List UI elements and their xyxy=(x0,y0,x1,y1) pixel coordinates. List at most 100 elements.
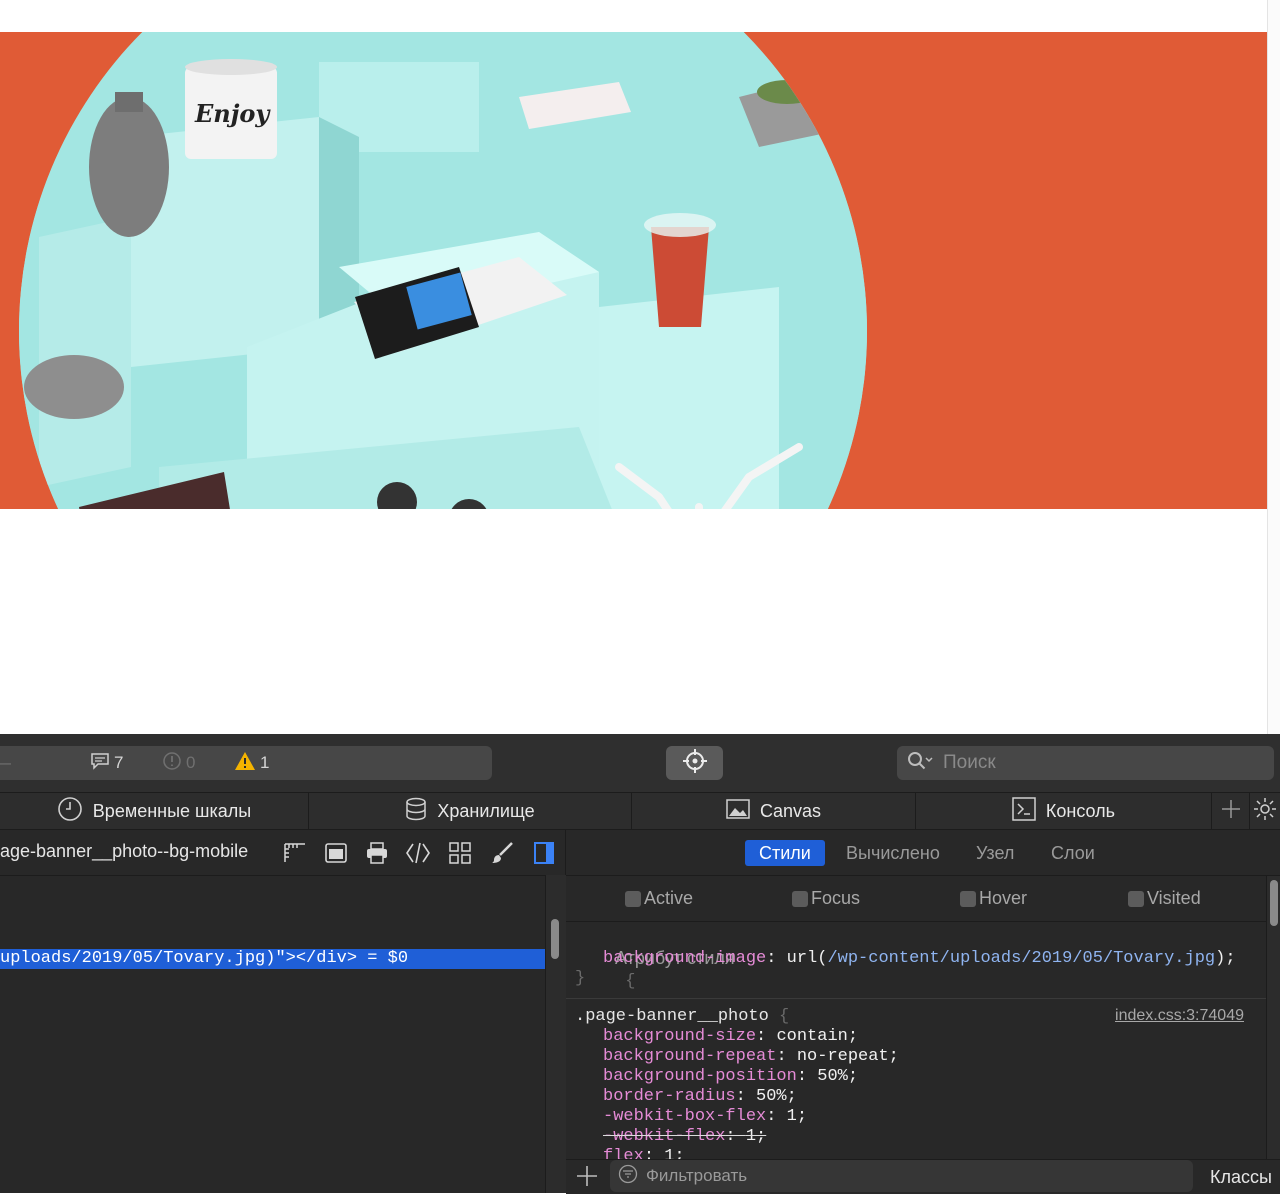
css-property: background-image xyxy=(603,949,767,968)
product-scene-illustration: Enjoy xyxy=(19,32,867,509)
image-icon xyxy=(726,798,750,824)
pseudo-hover-toggle[interactable]: Hover xyxy=(960,888,1027,909)
toolbar-left-fragment: — xyxy=(0,746,11,780)
web-inspector: — 7 0 1 xyxy=(0,734,1280,1194)
checkbox[interactable] xyxy=(960,890,976,907)
plus-icon xyxy=(1221,799,1241,824)
sidebar-toggle-icon[interactable] xyxy=(531,840,557,866)
checkbox[interactable] xyxy=(792,890,808,907)
styles-filter-bar: Классы xyxy=(566,1159,1280,1194)
warnings-counter[interactable]: 1 xyxy=(234,746,269,780)
page-scrollbar[interactable] xyxy=(1267,0,1280,734)
element-picker-button[interactable] xyxy=(666,746,723,780)
database-icon xyxy=(405,797,427,826)
tab-timelines[interactable]: Временные шкалы xyxy=(0,793,309,829)
dom-tree-scroll-thumb[interactable] xyxy=(551,919,559,959)
css-declaration[interactable]: background-size: contain; xyxy=(603,1027,858,1047)
classes-button[interactable]: Классы xyxy=(1210,1167,1272,1188)
styles-scroll-thumb[interactable] xyxy=(1270,880,1278,926)
tab-canvas[interactable]: Canvas xyxy=(632,793,916,829)
tab-console[interactable]: Консоль xyxy=(916,793,1212,829)
css-selector[interactable]: .page-banner__photo xyxy=(575,1007,769,1026)
checkbox[interactable] xyxy=(1128,890,1144,907)
details-tab-bar: Стили Вычислено Узел Слои xyxy=(566,830,1280,876)
banner-photo: Enjoy xyxy=(19,32,867,509)
add-tab-button[interactable] xyxy=(1212,793,1250,829)
warnings-count: 1 xyxy=(260,753,270,772)
tab-storage[interactable]: Хранилище xyxy=(309,793,632,829)
tab-styles[interactable]: Стили xyxy=(745,840,825,866)
css-declaration[interactable]: background-repeat: no-repeat; xyxy=(603,1047,899,1067)
filter-icon xyxy=(618,1164,638,1189)
paintbrush-icon[interactable] xyxy=(489,840,515,866)
search-input[interactable] xyxy=(941,751,1245,775)
plus-icon xyxy=(576,1166,598,1191)
breadcrumb[interactable]: age-banner__photo--bg-mobile xyxy=(0,841,248,862)
css-property: background-size xyxy=(603,1027,757,1046)
css-value: contain; xyxy=(776,1027,859,1046)
css-declaration[interactable]: flex: 1; xyxy=(603,1147,685,1159)
css-value-suffix: ); xyxy=(1215,949,1236,968)
messages-counter[interactable]: 7 xyxy=(90,746,123,780)
grid-layout-icon[interactable] xyxy=(447,840,473,866)
tab-layers[interactable]: Слои xyxy=(1037,840,1109,866)
tab-computed[interactable]: Вычислено xyxy=(832,840,954,866)
layout-grid-icon[interactable] xyxy=(282,840,308,866)
clock-icon xyxy=(57,796,83,827)
inspector-tab-bar: Временные шкалы Хранилище Canvas Консоль xyxy=(0,793,1280,830)
errors-count: 0 xyxy=(186,753,196,772)
pseudo-class-toggles: Active Focus Hover Visited xyxy=(566,876,1266,922)
window-icon[interactable] xyxy=(323,840,349,866)
css-url-link[interactable]: /wp-content/uploads/2019/05/Tovary.jpg xyxy=(827,949,1215,968)
filter-field[interactable] xyxy=(610,1160,1193,1192)
pseudo-focus-toggle[interactable]: Focus xyxy=(792,888,860,909)
css-property: border-radius xyxy=(603,1087,736,1106)
tab-canvas-label: Canvas xyxy=(759,800,822,821)
filter-input[interactable] xyxy=(644,1165,1168,1187)
search-icon xyxy=(907,751,933,776)
rule-header: .page-banner__photo { xyxy=(575,1007,790,1026)
pseudo-active-toggle[interactable]: Active xyxy=(625,888,693,909)
css-rule: .page-banner__photo { index.css:3:74049 … xyxy=(566,999,1266,1159)
css-value: 50%; xyxy=(756,1087,797,1106)
css-value: 1; xyxy=(664,1147,685,1159)
css-declaration[interactable]: border-radius: 50%; xyxy=(603,1087,797,1107)
selected-dom-node[interactable]: uploads/2019/05/Tovary.jpg)"></div> = $0 xyxy=(0,949,545,969)
error-icon xyxy=(162,751,182,776)
inspector-toolbar: — 7 0 1 xyxy=(0,734,1280,793)
pseudo-focus-label: Focus xyxy=(811,888,861,908)
pseudo-active-label: Active xyxy=(644,888,694,908)
css-declaration[interactable]: background-position: 50%; xyxy=(603,1067,858,1087)
css-value-prefix: url( xyxy=(786,949,828,968)
dom-tree-panel: age-banner__photo--bg-mobile uploads/201… xyxy=(0,830,566,1193)
rule-source-link[interactable]: index.css:3:74049 xyxy=(1115,1007,1244,1025)
crosshair-icon xyxy=(682,748,708,779)
web-page: Enjoy xyxy=(0,0,1280,734)
inspector-search[interactable] xyxy=(897,746,1274,780)
pseudo-visited-label: Visited xyxy=(1147,888,1201,908)
css-value: 1; xyxy=(786,1107,808,1126)
add-rule-button[interactable] xyxy=(576,1165,598,1192)
css-property: background-position xyxy=(603,1067,797,1086)
dom-tree-scrollbar[interactable] xyxy=(545,875,566,1193)
css-declaration[interactable]: -webkit-box-flex: 1; xyxy=(603,1107,807,1127)
print-icon[interactable] xyxy=(364,840,390,866)
pseudo-hover-label: Hover xyxy=(979,888,1028,908)
css-value: 50%; xyxy=(817,1067,859,1086)
activity-summary: — 7 0 1 xyxy=(0,746,492,780)
source-code-icon[interactable] xyxy=(405,840,431,866)
checkbox[interactable] xyxy=(625,890,641,907)
style-declaration[interactable]: background-image: url(/wp-content/upload… xyxy=(603,949,1236,969)
errors-counter[interactable]: 0 xyxy=(162,746,195,780)
tab-node[interactable]: Узел xyxy=(962,840,1028,866)
tab-timelines-label: Временные шкалы xyxy=(92,800,252,821)
css-declaration-overridden[interactable]: -webkit-flex: 1; xyxy=(603,1127,766,1147)
messages-count: 7 xyxy=(114,753,124,772)
settings-button[interactable] xyxy=(1250,793,1280,829)
pseudo-visited-toggle[interactable]: Visited xyxy=(1128,888,1201,909)
styles-scrollbar[interactable] xyxy=(1266,876,1280,1161)
warning-icon xyxy=(234,751,256,776)
open-brace: { xyxy=(615,972,636,991)
console-icon xyxy=(1012,796,1036,826)
gear-icon xyxy=(1253,797,1277,826)
